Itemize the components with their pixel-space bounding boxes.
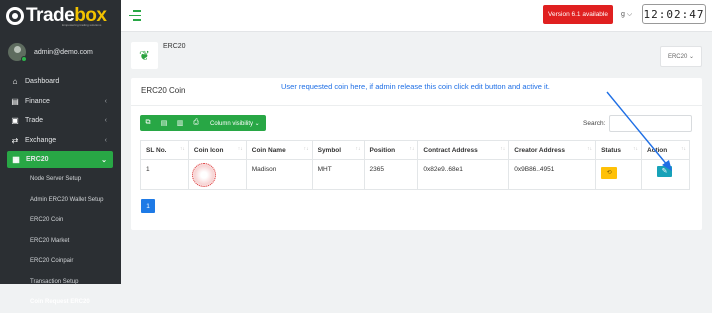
csv-file-icon[interactable]: ▤ <box>156 115 172 131</box>
sidebar-item-label: Finance <box>25 97 50 105</box>
sidebar-item-finance[interactable]: ▤ Finance ‹ <box>0 92 121 112</box>
home-icon: ⌂ <box>12 77 18 87</box>
trade-icon: ▣ <box>11 116 19 126</box>
sidebar-subitem-erc20-coinpair[interactable]: ERC20 Coinpair <box>0 251 121 272</box>
chevron-down-icon: ⌄ <box>101 156 107 164</box>
column-visibility-button[interactable]: Column visibility ⌄ <box>204 115 266 131</box>
sort-icon: ↑↓ <box>409 146 415 152</box>
column-header-symbol[interactable]: Symbol ↑↓ <box>311 140 365 160</box>
menu-toggle-icon[interactable] <box>129 10 141 24</box>
version-button[interactable]: Version 6.1 available <box>543 5 613 24</box>
page-dropdown[interactable]: ERC20 ⌄ <box>660 46 702 67</box>
sidebar-subitem-coin-request[interactable]: Coin Request ERC20 <box>0 292 121 313</box>
sidebar-item-exchange[interactable]: ⇄ Exchange ‹ <box>0 131 121 151</box>
sidebar-item-erc20[interactable]: ▦ ERC20 ⌄ <box>7 151 113 168</box>
column-header-status[interactable]: Status ↑↓ <box>595 140 643 160</box>
status-toggle-button[interactable]: ⟲ <box>601 167 618 179</box>
sort-icon: ↑↓ <box>500 146 506 152</box>
sidebar-subitem-transaction-setup[interactable]: Transaction Setup <box>0 272 121 293</box>
sidebar-item-label: ERC20 <box>26 156 49 163</box>
topbar: Version 6.1 available g ⌵ 12:02:47 <box>121 0 712 32</box>
exchange-icon: ⇄ <box>11 135 19 145</box>
column-header-coin-icon[interactable]: Coin Icon ↑↓ <box>187 140 247 160</box>
column-header-coin-name[interactable]: Coin Name ↑↓ <box>245 140 313 160</box>
card-title: ERC20 Coin <box>141 86 186 95</box>
table-header-row: SL No. ↑↓ Coin Icon ↑↓ Coin Name ↑↓ Symbol ↑… <box>140 140 690 160</box>
sidebar-item-label: Trade <box>25 117 44 125</box>
chevron-left-icon: ‹ <box>104 97 107 105</box>
avatar <box>8 43 27 62</box>
sidebar: Tradebox Empowering trading solutions ad… <box>0 0 121 305</box>
cell-sl: 1 <box>140 159 189 190</box>
erc20-icon: ▦ <box>12 155 20 164</box>
user-panel: admin@demo.com <box>0 36 121 68</box>
sort-icon: ↑↓ <box>237 146 243 152</box>
cell-status: ⟲ <box>595 159 643 190</box>
sort-icon: ↑↓ <box>179 146 185 152</box>
cell-symbol: MHT <box>311 159 365 190</box>
column-header-action[interactable]: Action ↑↓ <box>641 140 690 160</box>
cell-position: 2365 <box>363 159 419 190</box>
sidebar-subitem-node-server-setup[interactable]: Node Server Setup <box>0 169 121 190</box>
pagination-page-1[interactable]: 1 <box>141 199 155 213</box>
cell-coin-name: Madison <box>245 159 313 190</box>
sidebar-item-label: Dashboard <box>25 78 60 86</box>
cell-contract-address: 0x82e9..68e1 <box>417 159 510 190</box>
user-email: admin@demo.com <box>34 48 93 56</box>
sort-icon: ↑↓ <box>681 146 686 152</box>
export-button-group: ⧉ ▤ ▥ ⎙ Column visibility ⌄ <box>140 115 266 131</box>
sidebar-nav: ⌂ Dashboard ▤ Finance ‹ ▣ Trade ‹ ⇄ Exch… <box>0 72 121 313</box>
chevron-left-icon: ‹ <box>104 136 107 144</box>
sidebar-item-trade[interactable]: ▣ Trade ‹ <box>0 111 121 131</box>
page-title: ERC20 <box>163 43 186 50</box>
page-header: ❦ ERC20 ERC20 ⌄ <box>131 42 702 72</box>
clock-display: 12:02:47 <box>642 4 706 24</box>
sidebar-item-label: Exchange <box>25 136 57 144</box>
cell-creator-address: 0x9B86..4951 <box>508 159 597 190</box>
chevron-left-icon: ‹ <box>104 117 107 125</box>
sidebar-subitem-erc20-coin[interactable]: ERC20 Coin <box>0 210 121 231</box>
brand-mark-icon <box>6 7 24 25</box>
sidebar-subitem-erc20-market[interactable]: ERC20 Market <box>0 231 121 252</box>
column-header-sl[interactable]: SL No. ↑↓ <box>140 140 189 160</box>
search-label: Search: <box>583 120 606 127</box>
coin-logo-icon <box>191 163 216 187</box>
sort-icon: ↑↓ <box>355 146 361 152</box>
brand-logo[interactable]: Tradebox Empowering trading solutions <box>0 0 121 32</box>
erc20-coin-card: ERC20 Coin User requested coin here, if … <box>131 78 702 230</box>
cell-action: ✎ <box>641 159 690 190</box>
finance-icon: ▤ <box>11 96 19 106</box>
divider <box>131 105 702 106</box>
leaf-icon: ❦ <box>131 42 158 69</box>
sidebar-subitem-admin-wallet-setup[interactable]: Admin ERC20 Wallet Setup <box>0 190 121 211</box>
sort-icon: ↑↓ <box>587 146 593 152</box>
brand-tagline: Empowering trading solutions <box>62 23 102 27</box>
column-header-position[interactable]: Position ↑↓ <box>363 140 419 160</box>
language-dropdown[interactable]: g ⌵ <box>621 11 632 19</box>
sort-icon: ↑↓ <box>303 146 309 152</box>
table-row: 1 Madison MHT 2365 0x82e9..68e1 0x9B86..… <box>140 159 690 190</box>
sidebar-item-dashboard[interactable]: ⌂ Dashboard <box>0 72 121 92</box>
online-indicator <box>21 56 27 62</box>
search-input[interactable] <box>609 115 692 132</box>
print-icon[interactable]: ⎙ <box>188 115 204 131</box>
edit-button[interactable]: ✎ <box>657 166 673 177</box>
column-header-creator-address[interactable]: Creator Address ↑↓ <box>508 140 597 160</box>
coin-request-table: SL No. ↑↓ Coin Icon ↑↓ Coin Name ↑↓ Symbol ↑… <box>140 140 690 190</box>
column-header-contract-address[interactable]: Contract Address ↑↓ <box>417 140 510 160</box>
pdf-file-icon[interactable]: ▥ <box>172 115 188 131</box>
cell-coin-icon <box>187 159 247 190</box>
copy-icon[interactable]: ⧉ <box>140 115 156 131</box>
annotation-text: User requested coin here, if admin relea… <box>281 82 550 91</box>
sort-icon: ↑↓ <box>633 146 639 152</box>
